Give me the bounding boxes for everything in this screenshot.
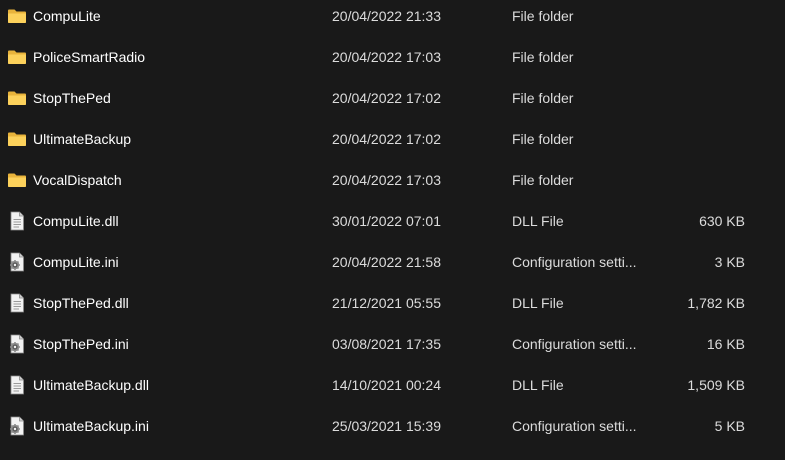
- file-row[interactable]: UltimateBackup.ini 25/03/2021 15:39 Conf…: [0, 405, 785, 446]
- file-date-modified: 21/12/2021 05:55: [332, 294, 441, 311]
- config-file-icon: [7, 416, 27, 436]
- folder-icon: [7, 47, 27, 67]
- folder-icon: [7, 170, 27, 190]
- file-row[interactable]: CompuLite 20/04/2022 21:33 File folder: [0, 0, 785, 36]
- file-name: UltimateBackup.dll: [33, 376, 149, 393]
- file-row[interactable]: VocalDispatch 20/04/2022 17:03 File fold…: [0, 159, 785, 200]
- config-file-icon: [7, 252, 27, 272]
- folder-icon: [7, 6, 27, 26]
- folder-icon: [7, 129, 27, 149]
- file-list: CompuLite 20/04/2022 21:33 File folder P…: [0, 0, 785, 460]
- file-date-modified: 14/10/2021 00:24: [332, 376, 441, 393]
- file-date-modified: 20/04/2022 17:02: [332, 89, 441, 106]
- config-file-icon: [7, 334, 27, 354]
- file-name: UltimateBackup.ini: [33, 417, 149, 434]
- file-type: File folder: [512, 130, 574, 147]
- file-row[interactable]: CompuLite.ini 20/04/2022 21:58 Configura…: [0, 241, 785, 282]
- file-date-modified: 20/04/2022 17:03: [332, 171, 441, 188]
- file-size: 16 KB: [706, 335, 745, 352]
- file-name: UltimateBackup: [33, 130, 132, 147]
- folder-icon: [7, 88, 27, 108]
- file-date-modified: 25/03/2021 15:39: [332, 417, 441, 434]
- file-size: 3 KB: [714, 253, 745, 270]
- file-name: VocalDispatch: [33, 171, 122, 188]
- file-name: CompuLite: [33, 7, 101, 24]
- file-type: DLL File: [512, 294, 564, 311]
- file-row[interactable]: StopThePed.dll 21/12/2021 05:55 DLL File…: [0, 282, 785, 323]
- file-type: DLL File: [512, 212, 564, 229]
- file-row[interactable]: PoliceSmartRadio 20/04/2022 17:03 File f…: [0, 36, 785, 77]
- file-type: File folder: [512, 171, 574, 188]
- file-name: PoliceSmartRadio: [33, 48, 146, 65]
- file-size: 1,509 KB: [687, 376, 745, 393]
- file-name: CompuLite.ini: [33, 253, 119, 270]
- file-type: DLL File: [512, 376, 564, 393]
- file-date-modified: 30/01/2022 07:01: [332, 212, 441, 229]
- file-date-modified: 20/04/2022 17:03: [332, 48, 441, 65]
- file-name: StopThePed.dll: [33, 294, 129, 311]
- file-type: File folder: [512, 7, 574, 24]
- file-date-modified: 03/08/2021 17:35: [332, 335, 441, 352]
- file-type: Configuration setti...: [512, 253, 637, 270]
- dll-file-icon: [7, 293, 27, 313]
- file-name: CompuLite.dll: [33, 212, 119, 229]
- file-size: 1,782 KB: [687, 294, 745, 311]
- file-type: File folder: [512, 48, 574, 65]
- dll-file-icon: [7, 211, 27, 231]
- file-type: File folder: [512, 89, 574, 106]
- file-date-modified: 20/04/2022 17:02: [332, 130, 441, 147]
- file-size: 5 KB: [714, 417, 745, 434]
- file-row[interactable]: StopThePed 20/04/2022 17:02 File folder: [0, 77, 785, 118]
- file-row[interactable]: CompuLite.dll 30/01/2022 07:01 DLL File …: [0, 200, 785, 241]
- file-size: 630 KB: [699, 212, 745, 229]
- file-type: Configuration setti...: [512, 417, 637, 434]
- file-date-modified: 20/04/2022 21:58: [332, 253, 441, 270]
- file-row[interactable]: UltimateBackup 20/04/2022 17:02 File fol…: [0, 118, 785, 159]
- file-row[interactable]: UltimateBackup.dll 14/10/2021 00:24 DLL …: [0, 364, 785, 405]
- file-name: StopThePed.ini: [33, 335, 129, 352]
- file-row[interactable]: StopThePed.ini 03/08/2021 17:35 Configur…: [0, 323, 785, 364]
- file-type: Configuration setti...: [512, 335, 637, 352]
- dll-file-icon: [7, 375, 27, 395]
- file-name: StopThePed: [33, 89, 111, 106]
- file-date-modified: 20/04/2022 21:33: [332, 7, 441, 24]
